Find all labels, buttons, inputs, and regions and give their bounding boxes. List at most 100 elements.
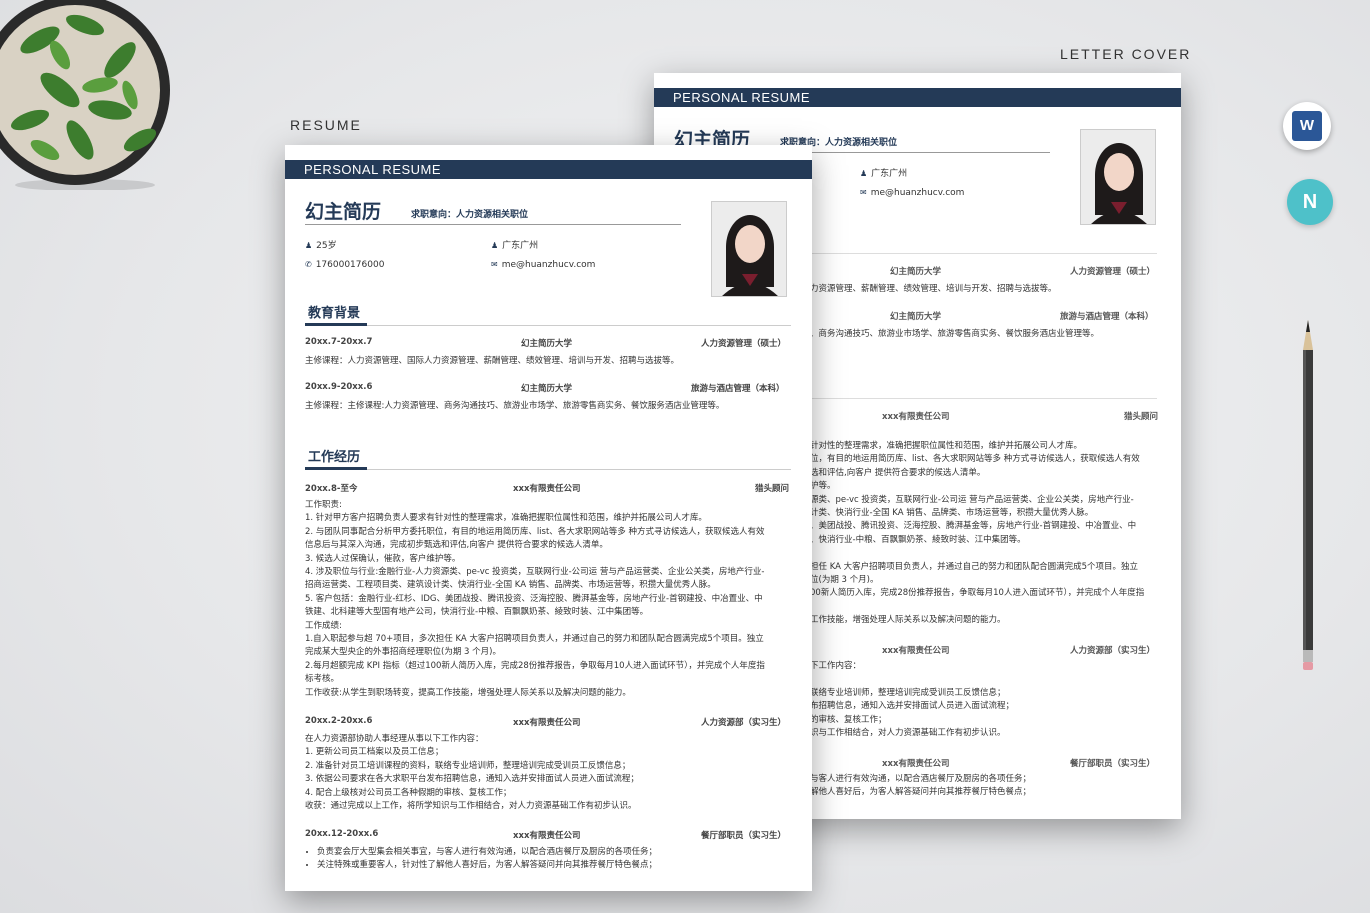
work-2-role: 人力资源部（实习生） bbox=[701, 718, 787, 728]
work-1-date: 20xx.8-至今 bbox=[305, 484, 358, 494]
back-edu-1-desc: 力资源管理、薪酬管理、绩效管理、培训与开发、招聘与选拔等。 bbox=[810, 284, 1057, 294]
plant-pot-decoration bbox=[0, 0, 170, 190]
front-intent: 求职意向：人力资源相关职位 bbox=[411, 210, 529, 220]
phone-info: ✆ 176000176000 bbox=[305, 260, 384, 270]
back-email-text: me@huanzhucv.com bbox=[870, 188, 965, 198]
back-row-role-3: 餐厅部职员（实习生） bbox=[1070, 759, 1156, 769]
work-3-text: 负责宴会厅大型集会相关事宜，与客人进行有效沟通，以配合酒店餐厅及厨房的各项任务；… bbox=[305, 846, 657, 873]
back-line: 源类、pe-vc 投资类，互联网行业-公司运 营与产品运营类、企业公关类，房地产… bbox=[810, 494, 1134, 505]
age-text: 25岁 bbox=[316, 241, 337, 251]
back-line: 担任 KA 大客户招聘项目负责人，并通过自己的努力和团队配合圆满完成5个项目。独… bbox=[810, 561, 1139, 572]
front-photo bbox=[711, 201, 787, 297]
work-1-company: xxx有限责任公司 bbox=[513, 484, 581, 494]
back-city: ♟ 广东广州 bbox=[860, 166, 907, 179]
work-line: 5. 客户包括：金融行业-红杉、IDG、美团战投、腾讯投资、泛海控股、腾湃基金等… bbox=[305, 593, 763, 604]
work-line: 收获：通过完成以上工作，将所学知识与工作相结合，对人力资源基础工作有初步认识。 bbox=[305, 801, 637, 812]
education-line bbox=[305, 325, 791, 326]
front-resume-sheet: PERSONAL RESUME 幻主简历 求职意向：人力资源相关职位 ♟ 25岁 … bbox=[285, 145, 812, 891]
back-work-line bbox=[809, 398, 1157, 399]
work-line: 2. 准备针对员工培训课程的资料，联络专业培训师，整理培训完成受训员工反馈信息； bbox=[305, 760, 631, 771]
email-text: me@huanzhucv.com bbox=[501, 260, 596, 270]
word-w-glyph: W bbox=[1292, 111, 1322, 141]
back-row-company-1: xxx有限责任公司 bbox=[882, 412, 950, 422]
portrait-image bbox=[1081, 130, 1155, 224]
back-line: 识与工作相结合，对人力资源基础工作有初步认识。 bbox=[810, 728, 1006, 739]
back-line: 针对性的整理需求，准确把握职位属性和范围，维护并拓展公司人才库。 bbox=[810, 441, 1083, 451]
city-text: 广东广州 bbox=[502, 241, 539, 251]
back-row-company-2: xxx有限责任公司 bbox=[882, 646, 950, 656]
list-item: 关注特殊或重要客人，针对性了解他人喜好后，为客人解答疑问并向其推荐餐厅特色餐点； bbox=[317, 859, 657, 872]
back-line: 、快消行业-中粮、百飘飘奶茶、綾致时装、江中集团等。 bbox=[810, 534, 1026, 545]
phone-text: 176000176000 bbox=[315, 260, 385, 270]
back-row-school-1: 幻主简历大学 bbox=[890, 267, 942, 277]
back-line: 选和评估,向客户 提供符合要求的候选人清单。 bbox=[810, 467, 986, 478]
back-line: 联络专业培训师，整理培训完成受训员工反馈信息； bbox=[810, 687, 1006, 698]
word-app-icon[interactable]: W bbox=[1283, 102, 1331, 150]
edu-1-school: 幻主简历大学 bbox=[521, 339, 573, 349]
edu-2-major: 旅游与酒店管理（本科） bbox=[691, 384, 785, 394]
back-work-3-text: 与客人进行有效沟通，以配合酒店餐厅及厨房的各项任务； 解他人喜好后，为客人解答疑问… bbox=[810, 773, 1031, 800]
mail-icon: ✉ bbox=[860, 188, 867, 197]
work-line: 标考核。 bbox=[305, 674, 340, 685]
work-line: 3. 候选人过保确认，催款，客户维护等。 bbox=[305, 553, 461, 564]
back-line bbox=[810, 673, 1014, 686]
work-line: 3. 依据公司要求在各大求职平台发布招聘信息，通知入选并安排面试人员进入面试流程… bbox=[305, 774, 639, 785]
back-line: 解他人喜好后，为客人解答疑问并向其推荐餐厅特色餐点； bbox=[810, 787, 1032, 798]
work-2-text: 在人力资源部协助人事经理从事以下工作内容： 1. 更新公司员工档案以及员工信息； 2… bbox=[305, 733, 639, 813]
work-2-date: 20xx.2-20xx.6 bbox=[305, 716, 373, 726]
work-line: 信息后与其深入沟通，完成初步甄选和评估,向客户 提供符合要求的候选人清单。 bbox=[305, 540, 608, 551]
work-1-text: 工作职责: 1. 针对甲方客户招聘负责人要求有针对性的整理需求，准确把握职位属性和… bbox=[305, 499, 765, 700]
back-row-role-2: 人力资源部（实习生） bbox=[1070, 646, 1156, 656]
edu-1-date: 20xx.7-20xx.7 bbox=[305, 337, 373, 347]
back-line: 位(为期 3 个月)。 bbox=[810, 575, 879, 586]
letter-cover-label: LETTER COVER bbox=[1060, 46, 1192, 62]
user-icon: ♟ bbox=[305, 241, 313, 250]
work-3-company: xxx有限责任公司 bbox=[513, 831, 581, 841]
back-city-text: 广东广州 bbox=[871, 169, 908, 179]
back-row-major-2: 旅游与酒店管理（本科） bbox=[1060, 312, 1154, 322]
work-line: 1. 更新公司员工档案以及员工信息； bbox=[305, 747, 444, 758]
work-1-role: 猎头顾问 bbox=[755, 484, 790, 494]
work-line: 工作收获:从学生到职场转变，提高工作技能，增强处理人际关系以及解决问题的能力。 bbox=[305, 687, 631, 698]
back-line: 下工作内容： bbox=[810, 661, 862, 671]
back-email: ✉ me@huanzhucv.com bbox=[860, 188, 964, 198]
front-name: 幻主简历 bbox=[305, 201, 382, 223]
work-line: 4. 配合上级核对公司员工各种假期的审核、复核工作； bbox=[305, 787, 512, 798]
education-bar bbox=[305, 323, 367, 326]
work-line: 工作成绩: bbox=[305, 620, 342, 631]
back-line: 护等。 bbox=[810, 481, 836, 492]
front-divider bbox=[305, 224, 681, 225]
email-info: ✉ me@huanzhucv.com bbox=[491, 260, 595, 270]
back-header-band: PERSONAL RESUME bbox=[654, 88, 1181, 107]
back-row-school-2: 幻主简历大学 bbox=[890, 312, 942, 322]
work-line: 工作职责: bbox=[305, 500, 342, 510]
work-line: 2.每月超额完成 KPI 指标（超过100新人简历入库，完成28份推荐报告，争取… bbox=[305, 660, 765, 671]
city-info: ♟ 广东广州 bbox=[491, 238, 538, 251]
work-3-date: 20xx.12-20xx.6 bbox=[305, 829, 379, 839]
work-2-company: xxx有限责任公司 bbox=[513, 718, 581, 728]
back-line: 00新人简历入库，完成28份推荐报告，争取每月10人进入面试环节），并完成个人年… bbox=[810, 588, 1145, 599]
pencil-decoration bbox=[1303, 320, 1313, 670]
user-icon: ♟ bbox=[491, 241, 499, 250]
back-work-2-text: 下工作内容： 联络专业培训师，整理培训完成受训员工反馈信息； 布招聘信息，通知入选… bbox=[810, 660, 1014, 740]
back-section-line bbox=[809, 253, 1157, 254]
user-icon: ♟ bbox=[860, 169, 868, 178]
mail-icon: ✉ bbox=[491, 260, 498, 269]
back-work-1-text: 针对性的整理需求，准确把握职位属性和范围，维护并拓展公司人才库。位，有目的地运用… bbox=[810, 440, 1144, 628]
edu-2-desc: 主修课程：主修课程:人力资源管理、商务沟通技巧、旅游业市场学、旅游零售商实务、餐… bbox=[305, 401, 725, 411]
work-line: 1.自入职起参与超 70+项目，多次担任 KA 大客户招聘项目负责人，并通过自己… bbox=[305, 634, 764, 645]
back-row-major-1: 人力资源管理（硕士） bbox=[1070, 267, 1156, 277]
back-line bbox=[810, 601, 1144, 614]
back-line: 位，有目的地运用简历库、list、各大求职网站等多 种方式寻访候选人，获取候选人… bbox=[810, 454, 1140, 465]
work-bar bbox=[305, 467, 367, 470]
age-info: ♟ 25岁 bbox=[305, 238, 337, 251]
resume-label: RESUME bbox=[290, 117, 362, 133]
front-header-band: PERSONAL RESUME bbox=[285, 160, 812, 179]
work-line bbox=[305, 469, 791, 470]
phone-icon: ✆ bbox=[305, 260, 312, 269]
n-app-icon[interactable]: N bbox=[1287, 179, 1333, 225]
edu-2-school: 幻主简历大学 bbox=[521, 384, 573, 394]
back-line: 与客人进行有效沟通，以配合酒店餐厅及厨房的各项任务； bbox=[810, 774, 1032, 784]
work-heading: 工作经历 bbox=[308, 450, 361, 465]
work-line: 在人力资源部协助人事经理从事以下工作内容： bbox=[305, 734, 484, 744]
